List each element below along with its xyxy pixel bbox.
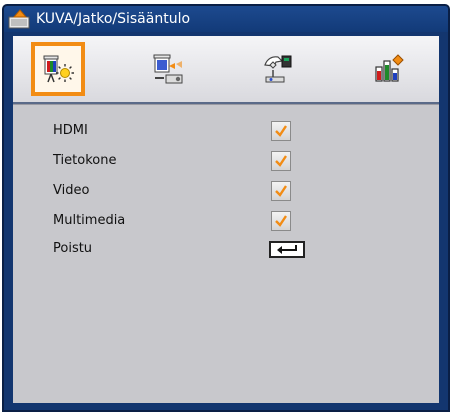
menu-settings-icon [8,9,32,29]
checkmark-icon [275,185,287,197]
osd-menu-window: KUVA/Jatko/Sisääntulo HDMI Tietokone Vid… [2,4,450,412]
picture-settings-icon [43,55,74,83]
tab-display[interactable] [141,42,195,96]
title-bar: KUVA/Jatko/Sisääntulo [4,6,448,32]
setup-hand-icon [264,55,292,83]
window-title: KUVA/Jatko/Sisääntulo [36,11,191,27]
tab-setup[interactable] [251,42,305,96]
menu-row-multimedia[interactable]: Multimedia [13,209,439,235]
checkmark-icon [275,215,287,227]
display-screen-icon [153,54,183,84]
hdmi-checkbox[interactable] [271,121,291,141]
video-checkbox[interactable] [271,181,291,201]
tab-picture[interactable] [31,42,85,96]
menu-content-panel: HDMI Tietokone Video Multimedia Poistu [13,104,439,403]
menu-row-video[interactable]: Video [13,179,439,205]
options-chart-icon [375,54,404,82]
menu-tab-bar [13,36,439,104]
tab-options[interactable] [361,42,415,96]
multimedia-checkbox[interactable] [271,211,291,231]
enter-key-icon [277,245,297,254]
checkmark-icon [275,125,287,137]
menu-row-hdmi[interactable]: HDMI [13,119,439,145]
exit-label: Poistu [53,241,93,256]
tietokone-checkbox[interactable] [271,151,291,171]
menu-row-label: HDMI [53,123,88,138]
exit-button[interactable] [269,241,305,258]
menu-row-label: Multimedia [53,213,126,228]
menu-row-tietokone[interactable]: Tietokone [13,149,439,175]
checkmark-icon [275,155,287,167]
menu-row-label: Video [53,183,90,198]
menu-row-label: Tietokone [53,153,117,168]
menu-row-exit[interactable]: Poistu [13,237,439,263]
